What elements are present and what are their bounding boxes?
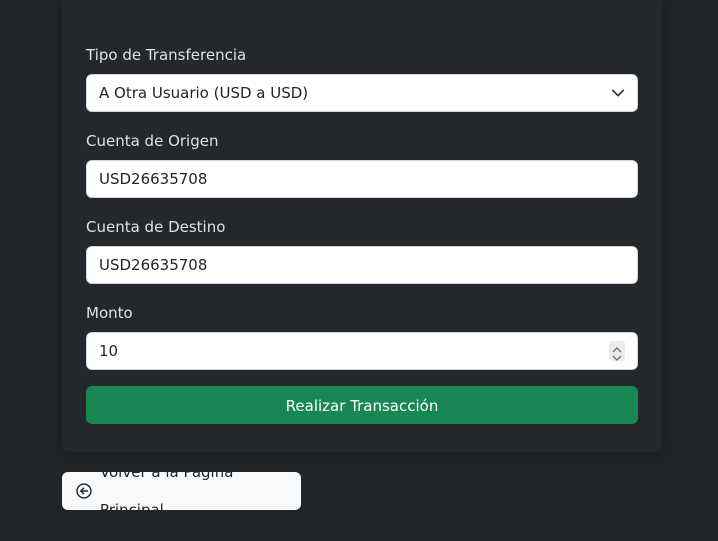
transfer-type-label: Tipo de Transferencia <box>86 46 247 64</box>
chevron-down-icon <box>611 89 625 97</box>
destination-account-label: Cuenta de Destino <box>86 218 226 236</box>
origin-account-value: USD26635708 <box>99 170 208 188</box>
amount-stepper[interactable] <box>609 341 625 361</box>
stepper-arrows-icon <box>612 347 622 361</box>
destination-account-field[interactable]: USD26635708 <box>86 246 638 284</box>
back-to-home-button[interactable]: Volver a la Página Principal <box>62 463 301 519</box>
origin-account-field[interactable]: USD26635708 <box>86 160 638 198</box>
amount-value: 10 <box>99 342 119 360</box>
destination-account-value: USD26635708 <box>99 256 208 274</box>
back-to-home-label: Volver a la Página Principal <box>99 463 234 519</box>
arrow-left-circle-icon <box>76 483 92 499</box>
amount-field[interactable]: 10 <box>86 332 638 370</box>
amount-label: Monto <box>86 304 133 322</box>
origin-account-label: Cuenta de Origen <box>86 132 219 150</box>
transfer-type-selected-value: A Otra Usuario (USD a USD) <box>99 84 309 102</box>
transfer-type-select[interactable]: A Otra Usuario (USD a USD) <box>86 74 638 112</box>
submit-transaction-button[interactable]: Realizar Transacción <box>86 386 638 424</box>
